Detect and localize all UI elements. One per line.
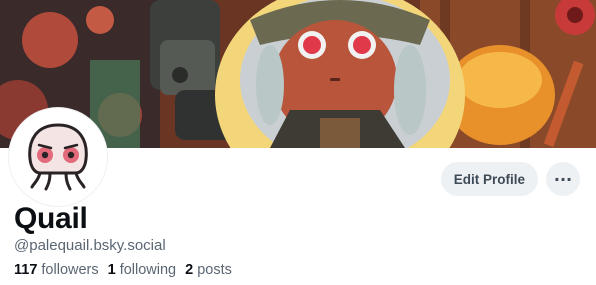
edit-profile-button[interactable]: Edit Profile: [440, 162, 538, 196]
profile-actions: Edit Profile ···: [440, 162, 580, 196]
followers-label: followers: [41, 262, 99, 278]
more-options-button[interactable]: ···: [546, 162, 580, 196]
followers-count: 117: [14, 262, 38, 278]
following-count: 1: [107, 262, 116, 278]
display-name: Quail: [14, 202, 88, 235]
posts-count: 2: [185, 262, 194, 278]
ellipsis-icon: ···: [553, 169, 573, 189]
following-stat[interactable]: 1 following: [108, 260, 177, 280]
profile-stats: 117 followers 1 following 2 posts: [14, 260, 232, 280]
following-label: following: [119, 262, 177, 278]
posts-label: posts: [197, 262, 232, 278]
posts-stat: 2 posts: [185, 260, 232, 280]
octopus-face-avatar-icon: [12, 111, 104, 203]
profile-handle: @palequail.bsky.social: [14, 237, 166, 254]
followers-stat[interactable]: 117 followers: [14, 260, 99, 280]
avatar[interactable]: [9, 108, 107, 206]
